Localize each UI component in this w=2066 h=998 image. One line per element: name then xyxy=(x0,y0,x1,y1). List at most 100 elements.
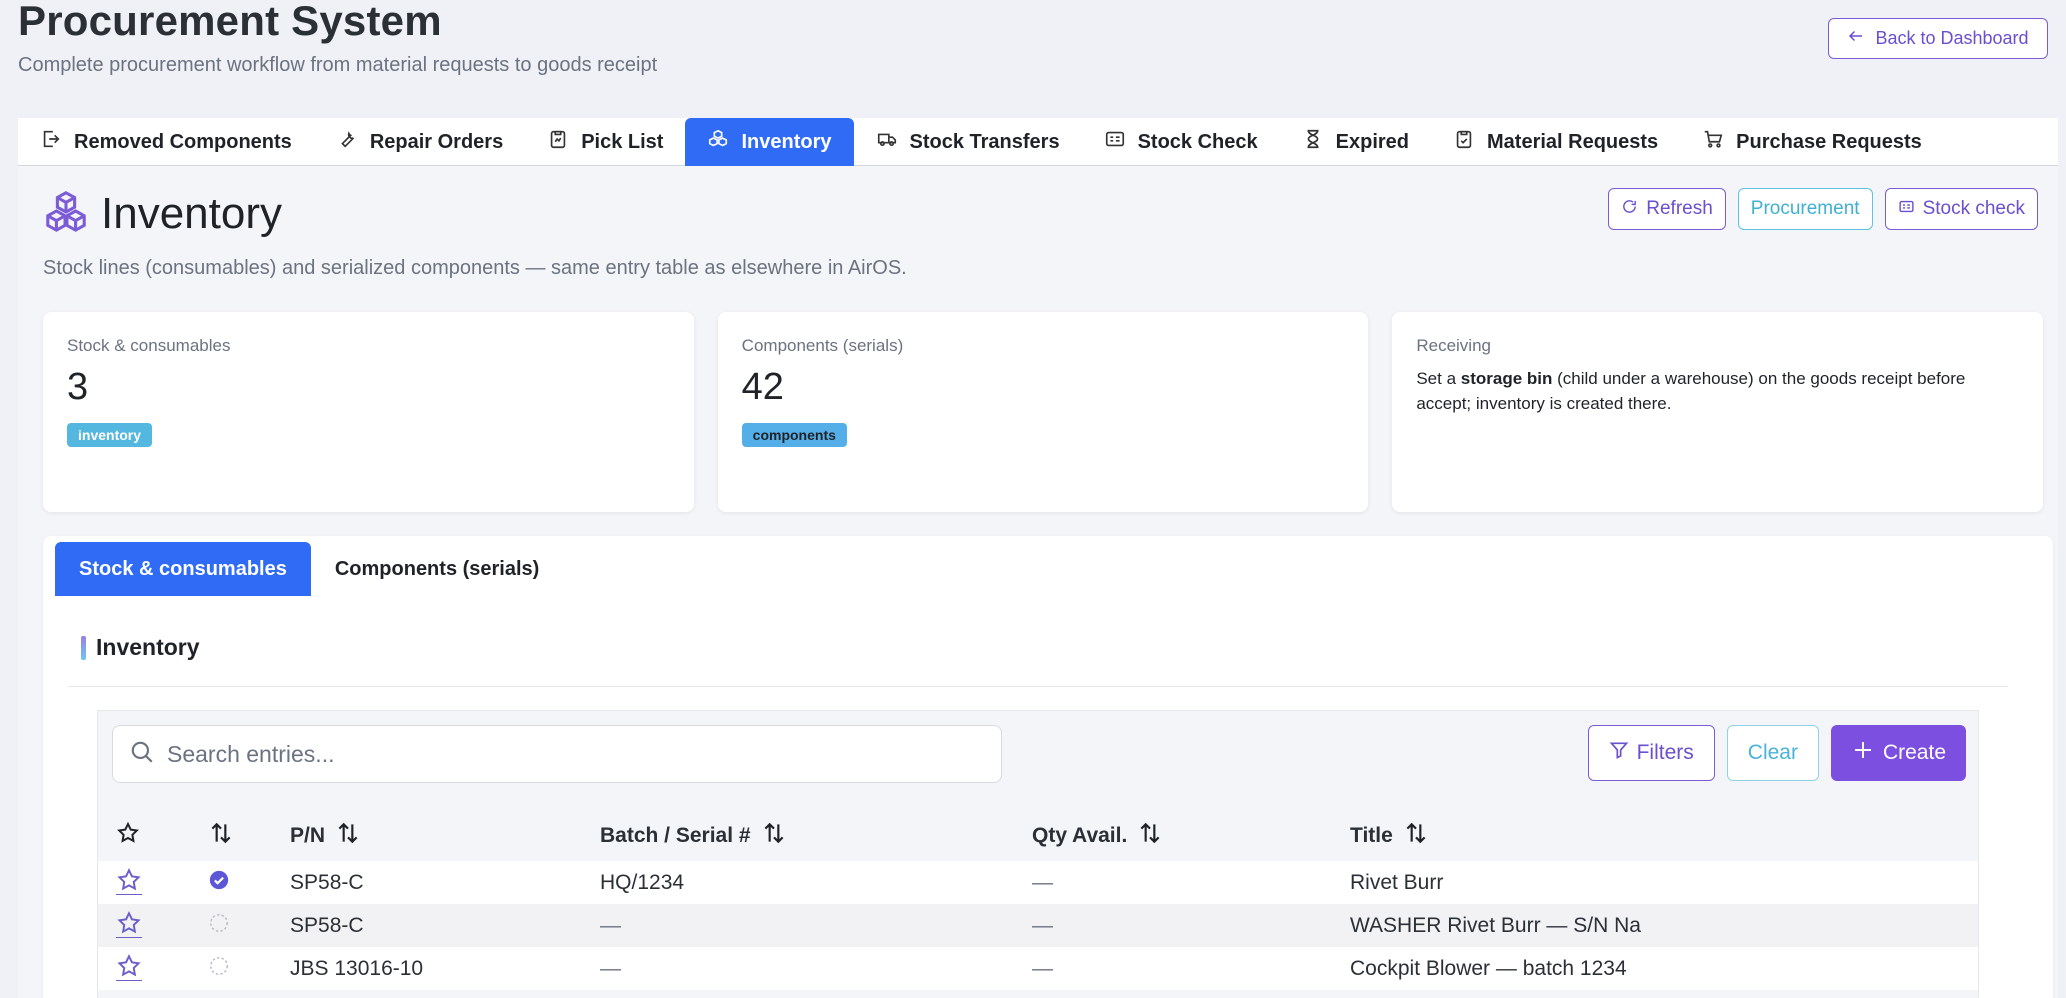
cell-pn: JBS 13016-10 xyxy=(290,956,424,980)
hourglass-icon xyxy=(1302,128,1324,156)
page-header: Procurement System Complete procurement … xyxy=(18,0,2048,100)
column-header-batch[interactable]: Batch / Serial # xyxy=(600,820,1032,852)
column-header-pn[interactable]: P/N xyxy=(290,820,600,852)
stock-check-label: Stock check xyxy=(1922,198,2025,219)
tab-repair-orders[interactable]: Repair Orders xyxy=(314,118,525,166)
inventory-actions: Refresh Procurement Stock check xyxy=(1608,188,2038,230)
star-icon[interactable] xyxy=(116,867,142,895)
table-row[interactable]: JBS 13016-10 — — Cockpit Blower — batch … xyxy=(98,947,1978,990)
cell-title: WASHER Rivet Burr — S/N Na xyxy=(1350,913,1641,937)
stat-label: Stock & consumables xyxy=(67,336,231,355)
cell-title: Cockpit Blower — batch 1234 xyxy=(1350,956,1627,980)
column-header-title[interactable]: Title xyxy=(1350,820,1978,852)
sort-icon xyxy=(1403,820,1429,852)
empty-circle-icon[interactable] xyxy=(208,956,230,982)
inventory-panel: Inventory Stock lines (consumables) and … xyxy=(18,166,2058,998)
table-row[interactable]: SP58-C HQ/1234 — Rivet Burr xyxy=(98,861,1978,904)
tab-stock-transfers[interactable]: Stock Transfers xyxy=(854,118,1082,166)
empty-circle-icon[interactable] xyxy=(208,913,230,939)
search-input[interactable] xyxy=(167,740,967,768)
stat-card-receiving: Receiving Set a storage bin (child under… xyxy=(1392,312,2044,512)
star-icon[interactable] xyxy=(98,821,184,851)
back-to-dashboard-label: Back to Dashboard xyxy=(1875,28,2029,48)
procurement-button[interactable]: Procurement xyxy=(1737,188,1873,230)
star-icon[interactable] xyxy=(116,910,142,938)
boxes-icon xyxy=(707,128,729,156)
stat-label: Components (serials) xyxy=(741,336,904,355)
page-subtitle: Complete procurement workflow from mater… xyxy=(18,54,658,76)
tab-label: Stock Check xyxy=(1137,130,1258,153)
clear-button[interactable]: Clear xyxy=(1726,725,1819,781)
tab-purchase-requests[interactable]: Purchase Requests xyxy=(1680,118,1944,166)
status-badge: components xyxy=(741,423,847,447)
entries-table: Filters Clear Create xyxy=(97,710,1979,998)
main-tabs: Removed Components Repair Orders Pick Li… xyxy=(18,118,2058,166)
create-label: Create xyxy=(1882,741,1946,764)
tab-pick-list[interactable]: Pick List xyxy=(525,118,685,166)
cell-pn: SP58-C xyxy=(290,913,364,937)
stat-card-components: Components (serials) 42 components xyxy=(717,312,1369,512)
tab-expired[interactable]: Expired xyxy=(1280,118,1431,166)
stat-card-stock: Stock & consumables 3 inventory xyxy=(43,312,694,512)
sort-icon xyxy=(208,822,234,851)
sort-icon xyxy=(335,820,361,852)
tab-label: Removed Components xyxy=(74,130,292,153)
cell-qty: — xyxy=(1032,956,1053,980)
tab-stock-consumables[interactable]: Stock & consumables xyxy=(55,542,311,596)
refresh-icon xyxy=(1621,198,1638,221)
filters-button[interactable]: Filters xyxy=(1587,725,1715,781)
section-title-label: Inventory xyxy=(96,634,200,660)
sort-icon xyxy=(761,820,787,852)
status-badge: inventory xyxy=(67,423,153,447)
clipboard-icon xyxy=(547,128,569,156)
tab-label: Pick List xyxy=(581,130,664,153)
tab-removed-components[interactable]: Removed Components xyxy=(18,118,314,166)
cart-icon xyxy=(1702,128,1724,156)
tab-inventory[interactable]: Inventory xyxy=(685,118,854,166)
table-actions: Filters Clear Create xyxy=(1587,725,1966,781)
sort-status-button[interactable] xyxy=(184,820,290,852)
sub-tabs: Stock & consumables Components (serials) xyxy=(55,542,563,596)
receiving-text: Set a storage bin (child under a warehou… xyxy=(1416,369,1966,413)
divider xyxy=(68,686,2008,687)
card-icon xyxy=(1898,198,1915,221)
search-input-wrapper[interactable] xyxy=(112,725,1002,783)
tab-label: Stock Transfers xyxy=(909,130,1060,153)
table-row[interactable]: SP58-C — — WASHER Rivet Burr — S/N Na xyxy=(98,904,1978,947)
card-icon xyxy=(1104,128,1126,156)
sort-icon xyxy=(1137,820,1163,852)
stat-label: Receiving xyxy=(1416,336,1491,355)
cell-batch: — xyxy=(600,956,621,980)
column-header-label: Qty Avail. xyxy=(1032,824,1128,847)
star-icon[interactable] xyxy=(116,953,142,981)
tab-components-serials[interactable]: Components (serials) xyxy=(311,542,563,596)
clipboard-check-icon xyxy=(1453,128,1475,156)
page-title: Procurement System xyxy=(18,0,442,44)
tab-material-requests[interactable]: Material Requests xyxy=(1431,118,1680,166)
stock-check-button[interactable]: Stock check xyxy=(1884,188,2038,230)
inventory-title: Inventory xyxy=(101,188,282,238)
cell-batch: — xyxy=(600,913,621,937)
stat-value: 42 xyxy=(741,366,784,408)
create-button[interactable]: Create xyxy=(1830,725,1966,781)
arrow-left-icon xyxy=(1847,27,1865,50)
filters-label: Filters xyxy=(1636,741,1694,764)
cell-batch: HQ/1234 xyxy=(600,870,685,894)
cell-pn: SP58-C xyxy=(290,870,364,894)
table-header-row: P/N Batch / Serial # Qty Avail. Title xyxy=(98,811,1978,861)
tab-stock-check[interactable]: Stock Check xyxy=(1082,118,1280,166)
boxes-icon xyxy=(43,188,89,239)
table: P/N Batch / Serial # Qty Avail. Title SP… xyxy=(98,811,1978,990)
tab-label: Inventory xyxy=(741,130,832,153)
refresh-button[interactable]: Refresh xyxy=(1608,188,1726,230)
section-title: Inventory xyxy=(81,634,200,661)
column-header-qty[interactable]: Qty Avail. xyxy=(1032,820,1350,852)
filter-icon xyxy=(1609,740,1629,766)
clear-label: Clear xyxy=(1747,741,1798,764)
stat-value: 3 xyxy=(67,366,89,408)
plus-icon xyxy=(1851,738,1875,768)
search-icon xyxy=(129,739,155,770)
back-to-dashboard-button[interactable]: Back to Dashboard xyxy=(1828,18,2048,59)
check-circle-icon[interactable] xyxy=(208,870,230,896)
section-accent-bar xyxy=(81,635,86,660)
